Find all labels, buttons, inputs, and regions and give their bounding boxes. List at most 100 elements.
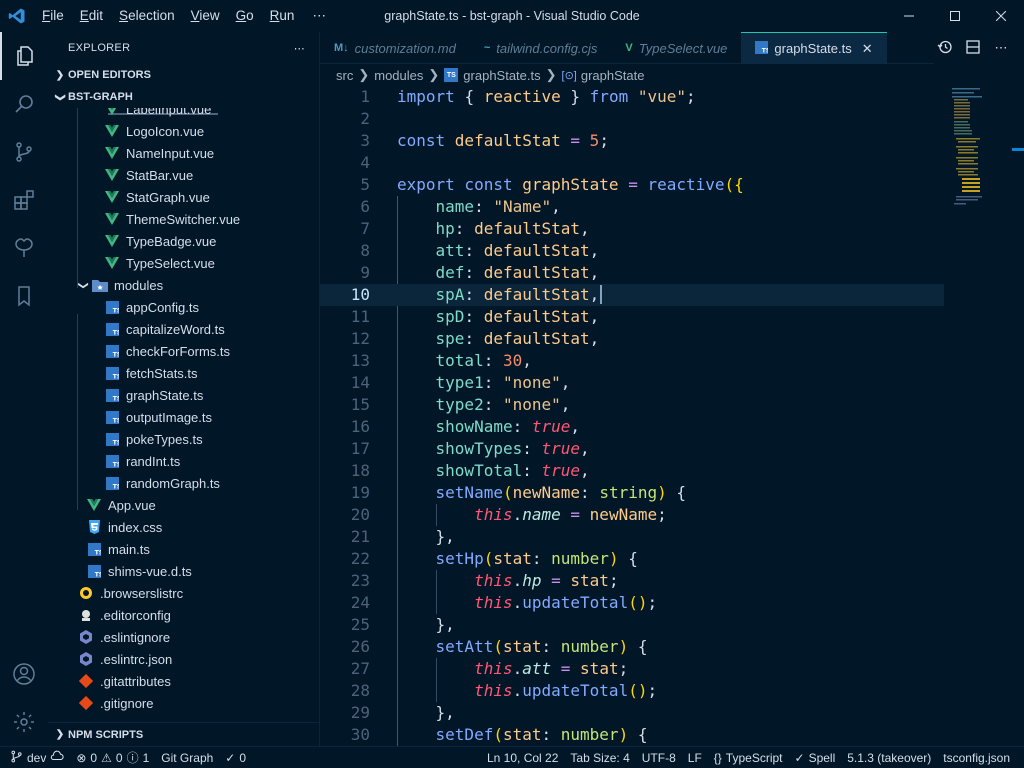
- tree-file-item[interactable]: TS pokeTypes.ts: [104, 428, 203, 450]
- language-mode[interactable]: {} TypeScript: [708, 751, 789, 765]
- end-of-line[interactable]: LF: [682, 751, 708, 765]
- minimize-button[interactable]: [886, 0, 932, 32]
- code-line[interactable]: 1 import { reactive } from "vue";: [320, 86, 944, 108]
- code-line[interactable]: 22 setHp(stat: number) {: [320, 548, 944, 570]
- tree-file-item[interactable]: index.css: [86, 516, 162, 538]
- tsconfig-status[interactable]: tsconfig.json: [937, 751, 1024, 765]
- tree-file-item[interactable]: TypeBadge.vue: [104, 230, 216, 252]
- cursor-position[interactable]: Ln 10, Col 22: [481, 751, 564, 765]
- tab-typeselect-vue[interactable]: V TypeSelect.vue: [611, 32, 741, 64]
- breadcrumb-src[interactable]: src: [336, 68, 353, 83]
- extensions-icon[interactable]: [0, 176, 48, 224]
- project-section[interactable]: ❯ BST-GRAPH: [48, 86, 319, 108]
- tree-file-item[interactable]: StatBar.vue: [104, 164, 193, 186]
- minimap[interactable]: [950, 86, 1010, 216]
- tree-file-item[interactable]: TS appConfig.ts: [104, 296, 199, 318]
- code-line[interactable]: 15 type2: "none",: [320, 394, 944, 416]
- branch-status[interactable]: dev: [0, 750, 70, 766]
- tree-file-item[interactable]: TS capitalizeWord.ts: [104, 318, 225, 340]
- problems-status[interactable]: ⊗ 0 ⚠ 0 ⓘ 1: [70, 749, 155, 766]
- code-line[interactable]: 13 total: 30,: [320, 350, 944, 372]
- tree-file-item[interactable]: TS shims-vue.d.ts: [86, 560, 192, 582]
- code-line[interactable]: 19 setName(newName: string) {: [320, 482, 944, 504]
- tree-file-item[interactable]: App.vue: [86, 494, 156, 516]
- bookmarks-icon[interactable]: [0, 272, 48, 320]
- checks-status[interactable]: ✓ 0: [219, 751, 252, 765]
- explorer-more-icon[interactable]: ⋯: [294, 42, 305, 55]
- code-line[interactable]: 23 this.hp = stat;: [320, 570, 944, 592]
- tree-file-item[interactable]: .editorconfig: [78, 604, 171, 626]
- open-editors-section[interactable]: ❯ OPEN EDITORS: [48, 64, 319, 86]
- code-line[interactable]: 25 },: [320, 614, 944, 636]
- code-editor[interactable]: 1 import { reactive } from "vue"; 2 3 const …: [320, 86, 1024, 746]
- menu-selection[interactable]: Selection: [111, 0, 183, 32]
- code-line[interactable]: 16 showName: true,: [320, 416, 944, 438]
- code-line[interactable]: 20 this.name = newName;: [320, 504, 944, 526]
- source-control-icon[interactable]: [0, 128, 48, 176]
- split-editor-icon[interactable]: [962, 39, 984, 58]
- menu-more-button[interactable]: ⋯: [302, 0, 337, 32]
- menu-run[interactable]: Run: [262, 0, 303, 32]
- close-tab-icon[interactable]: ✕: [862, 41, 873, 57]
- breadcrumb-modules[interactable]: modules: [374, 68, 423, 83]
- code-line[interactable]: 24 this.updateTotal();: [320, 592, 944, 614]
- code-line[interactable]: 5 export const graphState = reactive({: [320, 174, 944, 196]
- tab-size[interactable]: Tab Size: 4: [564, 751, 635, 765]
- tree-file-item[interactable]: ThemeSwitcher.vue: [104, 208, 240, 230]
- encoding[interactable]: UTF-8: [636, 751, 682, 765]
- npm-scripts-section[interactable]: ❯ NPM SCRIPTS: [48, 722, 319, 746]
- code-line[interactable]: 17 showTypes: true,: [320, 438, 944, 460]
- tree-file-item[interactable]: .eslintignore: [78, 626, 170, 648]
- code-line[interactable]: 6 name: "Name",: [320, 196, 944, 218]
- tree-file-item[interactable]: LabelInput.vue: [104, 108, 211, 120]
- code-line[interactable]: 8 att: defaultStat,: [320, 240, 944, 262]
- settings-gear-icon[interactable]: [0, 698, 48, 746]
- tree-file-item[interactable]: TS graphState.ts: [104, 384, 203, 406]
- tree-file-item[interactable]: TS checkForForms.ts: [104, 340, 230, 362]
- tab-tailwind-config-cjs[interactable]: ~ tailwind.config.cjs: [470, 32, 612, 64]
- spell-status[interactable]: ✓ Spell: [789, 751, 842, 765]
- tree-file-item[interactable]: .gitignore: [78, 692, 153, 714]
- menu-go[interactable]: Go: [228, 0, 262, 32]
- breadcrumb-symbol[interactable]: graphState: [581, 68, 645, 83]
- code-line[interactable]: 21 },: [320, 526, 944, 548]
- code-line[interactable]: 10 spA: defaultStat,: [320, 284, 944, 306]
- tree-file-item[interactable]: TS fetchStats.ts: [104, 362, 198, 384]
- tree-file-item[interactable]: TypeSelect.vue: [104, 252, 215, 274]
- tree-file-item[interactable]: NameInput.vue: [104, 142, 214, 164]
- tree-file-item[interactable]: TS outputImage.ts: [104, 406, 212, 428]
- tab-customization-md[interactable]: M↓ customization.md: [320, 32, 470, 64]
- remote-icon[interactable]: [0, 224, 48, 272]
- account-icon[interactable]: [0, 650, 48, 698]
- code-line[interactable]: 27 this.att = stat;: [320, 658, 944, 680]
- ts-version[interactable]: 5.1.3 (takeover): [841, 751, 937, 765]
- code-line[interactable]: 2: [320, 108, 944, 130]
- tree-file-item[interactable]: TS randInt.ts: [104, 450, 180, 472]
- menu-view[interactable]: View: [183, 0, 228, 32]
- tree-file-item[interactable]: LogoIcon.vue: [104, 120, 204, 142]
- tree-file-item[interactable]: TS randomGraph.ts: [104, 472, 220, 494]
- git-graph-status[interactable]: Git Graph: [155, 751, 219, 765]
- tree-file-item[interactable]: StatGraph.vue: [104, 186, 210, 208]
- code-line[interactable]: 9 def: defaultStat,: [320, 262, 944, 284]
- breadcrumb-file[interactable]: graphState.ts: [463, 68, 540, 83]
- code-line[interactable]: 30 setDef(stat: number) {: [320, 724, 944, 746]
- code-line[interactable]: 3 const defaultStat = 5;: [320, 130, 944, 152]
- maximize-button[interactable]: [932, 0, 978, 32]
- tree-file-item[interactable]: .gitattributes: [78, 670, 171, 692]
- history-icon[interactable]: [934, 39, 956, 58]
- tab-graphstate-ts[interactable]: TS graphState.ts ✕: [741, 32, 887, 64]
- code-line[interactable]: 4: [320, 152, 944, 174]
- menu-file[interactable]: File: [34, 0, 72, 32]
- tree-file-item[interactable]: .browserslistrc: [78, 582, 183, 604]
- close-window-button[interactable]: [978, 0, 1024, 32]
- code-line[interactable]: 28 this.updateTotal();: [320, 680, 944, 702]
- menu-edit[interactable]: Edit: [72, 0, 111, 32]
- code-line[interactable]: 11 spD: defaultStat,: [320, 306, 944, 328]
- more-actions-icon[interactable]: ⋯: [990, 40, 1012, 56]
- tree-folder-modules[interactable]: ❯ modules: [76, 274, 164, 296]
- code-line[interactable]: 26 setAtt(stat: number) {: [320, 636, 944, 658]
- code-line[interactable]: 14 type1: "none",: [320, 372, 944, 394]
- scrollbar-indicator[interactable]: [1012, 148, 1024, 151]
- tree-file-item[interactable]: TS main.ts: [86, 538, 150, 560]
